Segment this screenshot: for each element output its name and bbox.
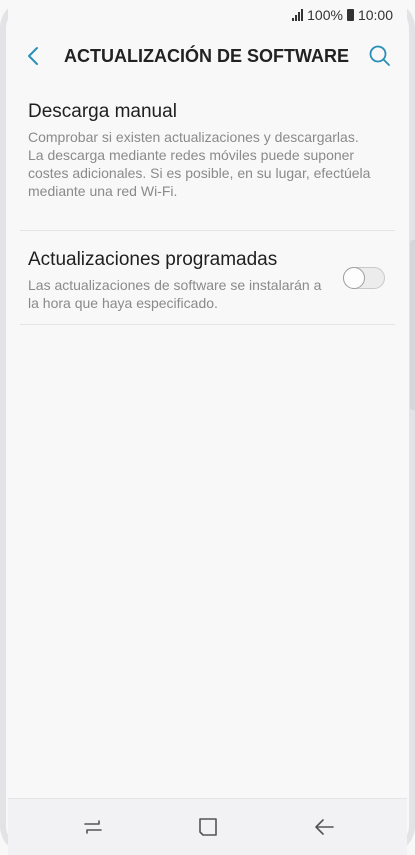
battery-percent: 100% [307, 7, 343, 23]
manual-download-item[interactable]: Descarga manual Comprobar si existen act… [28, 100, 386, 200]
screen: 100% 10:00 ACTUALIZACIÓN DE SOFTWARE Des… [8, 0, 407, 855]
toggle-knob [343, 267, 365, 289]
recent-apps-icon[interactable] [81, 815, 105, 839]
app-bar: ACTUALIZACIÓN DE SOFTWARE [8, 32, 407, 80]
signal-icon [292, 9, 304, 21]
back-arrow-icon[interactable] [312, 815, 336, 839]
manual-download-description: Comprobar si existen actualizaciones y d… [28, 129, 371, 199]
navigation-bar [8, 798, 407, 855]
manual-download-title: Descarga manual [28, 101, 177, 122]
scheduled-updates-title: Actualizaciones programadas [28, 249, 278, 270]
scheduled-updates-item[interactable]: Actualizaciones programadas Las actualiz… [28, 248, 328, 312]
battery-icon [346, 9, 354, 21]
divider [20, 324, 395, 325]
home-icon[interactable] [196, 815, 220, 839]
scheduled-updates-toggle[interactable] [343, 267, 385, 289]
scheduled-updates-description: Las actualizaciones de software se insta… [28, 277, 322, 311]
chevron-left-icon[interactable] [22, 44, 46, 68]
edge-panel-handle[interactable] [410, 240, 415, 410]
status-bar: 100% 10:00 [292, 4, 393, 26]
clock: 10:00 [357, 7, 393, 23]
divider [20, 230, 395, 231]
search-icon[interactable] [367, 43, 393, 69]
page-title: ACTUALIZACIÓN DE SOFTWARE [64, 46, 349, 66]
